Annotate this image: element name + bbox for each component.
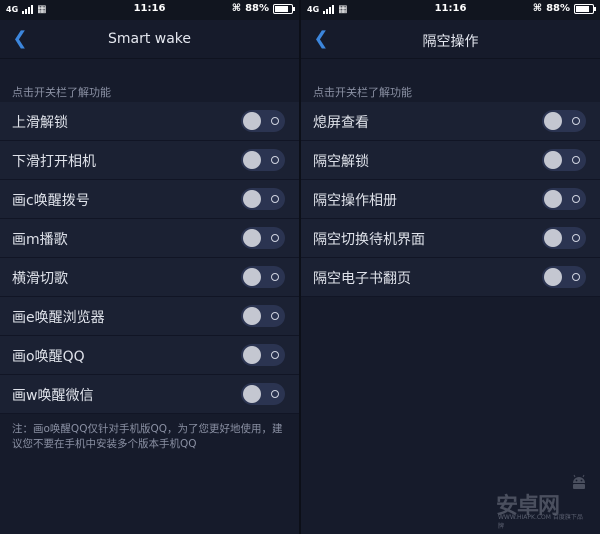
wifi-icon: ⌘ bbox=[532, 3, 543, 14]
setting-row[interactable]: 画e唤醒浏览器 bbox=[0, 297, 299, 336]
toggle-knob bbox=[243, 112, 261, 130]
setting-toggle[interactable] bbox=[241, 110, 285, 132]
setting-row[interactable]: 画w唤醒微信 bbox=[0, 375, 299, 414]
setting-toggle[interactable] bbox=[542, 227, 586, 249]
setting-label: 画e唤醒浏览器 bbox=[12, 310, 105, 326]
page-title: Smart wake bbox=[107, 31, 192, 47]
toggle-knob bbox=[544, 229, 562, 247]
toggle-off-indicator bbox=[271, 390, 279, 398]
setting-label: 隔空切换待机界面 bbox=[313, 232, 425, 248]
toggle-off-indicator bbox=[271, 117, 279, 125]
setting-row[interactable]: 隔空切换待机界面 bbox=[301, 219, 600, 258]
watermark-logo: 安卓网 WWW.HIAPK.COM 百度旗下品牌 bbox=[496, 474, 588, 530]
toggle-knob bbox=[243, 307, 261, 325]
section-label: 点击开关栏了解功能 bbox=[12, 86, 111, 99]
smart-wake-screen: 4G ▦ 11:16 ⌘ 88% ❮ Smart wake 点击开关栏了解功能 … bbox=[0, 0, 299, 534]
setting-toggle[interactable] bbox=[542, 266, 586, 288]
setting-toggle[interactable] bbox=[241, 266, 285, 288]
toggle-off-indicator bbox=[271, 156, 279, 164]
battery-icon bbox=[574, 3, 596, 14]
setting-row[interactable]: 画o唤醒QQ bbox=[0, 336, 299, 375]
toggle-knob bbox=[243, 229, 261, 247]
toggle-off-indicator bbox=[572, 117, 580, 125]
setting-row[interactable]: 上滑解锁 bbox=[0, 102, 299, 141]
toggle-off-indicator bbox=[271, 195, 279, 203]
status-right: ⌘ 88% bbox=[532, 3, 596, 14]
setting-row[interactable]: 画m播歌 bbox=[0, 219, 299, 258]
status-bar: 4G ▦ 11:16 ⌘ 88% bbox=[301, 0, 600, 20]
setting-label: 上滑解锁 bbox=[12, 115, 68, 131]
setting-toggle[interactable] bbox=[241, 188, 285, 210]
setting-label: 隔空操作相册 bbox=[313, 193, 397, 209]
battery-icon bbox=[273, 3, 295, 14]
setting-row[interactable]: 隔空操作相册 bbox=[301, 180, 600, 219]
setting-toggle[interactable] bbox=[542, 110, 586, 132]
setting-toggle[interactable] bbox=[241, 344, 285, 366]
toggle-off-indicator bbox=[271, 351, 279, 359]
toggle-knob bbox=[544, 268, 562, 286]
gesture-list: 上滑解锁下滑打开相机 画c唤醒拨号 画m播歌横滑切歌画e唤醒浏览器 画o唤醒QQ 画w唤… bbox=[0, 102, 299, 414]
setting-toggle[interactable] bbox=[241, 383, 285, 405]
toggle-off-indicator bbox=[572, 234, 580, 242]
toggle-off-indicator bbox=[271, 273, 279, 281]
setting-row[interactable]: 画c唤醒拨号 bbox=[0, 180, 299, 219]
screenshot-composite: 4G ▦ 11:16 ⌘ 88% ❮ Smart wake 点击开关栏了解功能 … bbox=[0, 0, 600, 534]
setting-row[interactable]: 下滑打开相机 bbox=[0, 141, 299, 180]
toggle-off-indicator bbox=[572, 156, 580, 164]
battery-percent: 88% bbox=[546, 3, 570, 14]
setting-label: 画w唤醒微信 bbox=[12, 388, 94, 404]
toggle-knob bbox=[243, 151, 261, 169]
setting-toggle[interactable] bbox=[241, 149, 285, 171]
status-bar: 4G ▦ 11:16 ⌘ 88% bbox=[0, 0, 299, 20]
setting-label: 画m播歌 bbox=[12, 232, 68, 248]
setting-row[interactable]: 横滑切歌 bbox=[0, 258, 299, 297]
setting-label: 隔空电子书翻页 bbox=[313, 271, 411, 287]
toggle-off-indicator bbox=[271, 234, 279, 242]
battery-percent: 88% bbox=[245, 3, 269, 14]
air-gesture-screen: 4G ▦ 11:16 ⌘ 88% ❮ 隔空操作 点击开关栏了解功能 熄屏查看隔空… bbox=[301, 0, 600, 534]
status-right: ⌘ 88% bbox=[231, 3, 295, 14]
air-gesture-list: 熄屏查看隔空解锁隔空操作相册隔空切换待机界面 隔空电子书翻页 bbox=[301, 102, 600, 297]
setting-row[interactable]: 隔空解锁 bbox=[301, 141, 600, 180]
watermark-url: WWW.HIAPK.COM 百度旗下品牌 bbox=[498, 514, 583, 530]
setting-toggle[interactable] bbox=[542, 188, 586, 210]
toggle-off-indicator bbox=[271, 312, 279, 320]
title-bar: ❮ Smart wake bbox=[0, 20, 299, 59]
setting-toggle[interactable] bbox=[542, 149, 586, 171]
setting-label: 横滑切歌 bbox=[12, 271, 68, 287]
toggle-knob bbox=[243, 385, 261, 403]
title-bar: ❮ 隔空操作 bbox=[301, 20, 600, 59]
toggle-knob bbox=[243, 268, 261, 286]
setting-toggle[interactable] bbox=[241, 227, 285, 249]
setting-label: 画o唤醒QQ bbox=[12, 349, 85, 365]
setting-label: 隔空解锁 bbox=[313, 154, 369, 170]
section-label: 点击开关栏了解功能 bbox=[313, 86, 412, 99]
toggle-knob bbox=[243, 190, 261, 208]
setting-row[interactable]: 隔空电子书翻页 bbox=[301, 258, 600, 297]
toggle-knob bbox=[243, 346, 261, 364]
setting-row[interactable]: 熄屏查看 bbox=[301, 102, 600, 141]
toggle-knob bbox=[544, 190, 562, 208]
setting-label: 下滑打开相机 bbox=[12, 154, 96, 170]
page-title: 隔空操作 bbox=[422, 34, 479, 50]
wifi-icon: ⌘ bbox=[231, 3, 242, 14]
setting-label: 熄屏查看 bbox=[313, 115, 369, 131]
toggle-knob bbox=[544, 112, 562, 130]
toggle-knob bbox=[544, 151, 562, 169]
toggle-off-indicator bbox=[572, 195, 580, 203]
android-robot-icon bbox=[573, 474, 585, 489]
footnote: 注：画o唤醒QQ仅针对手机版QQ，为了您更好地使用，建议您不要在手机中安装多个版… bbox=[12, 423, 283, 450]
setting-toggle[interactable] bbox=[241, 305, 285, 327]
toggle-off-indicator bbox=[572, 273, 580, 281]
setting-label: 画c唤醒拨号 bbox=[12, 193, 90, 209]
